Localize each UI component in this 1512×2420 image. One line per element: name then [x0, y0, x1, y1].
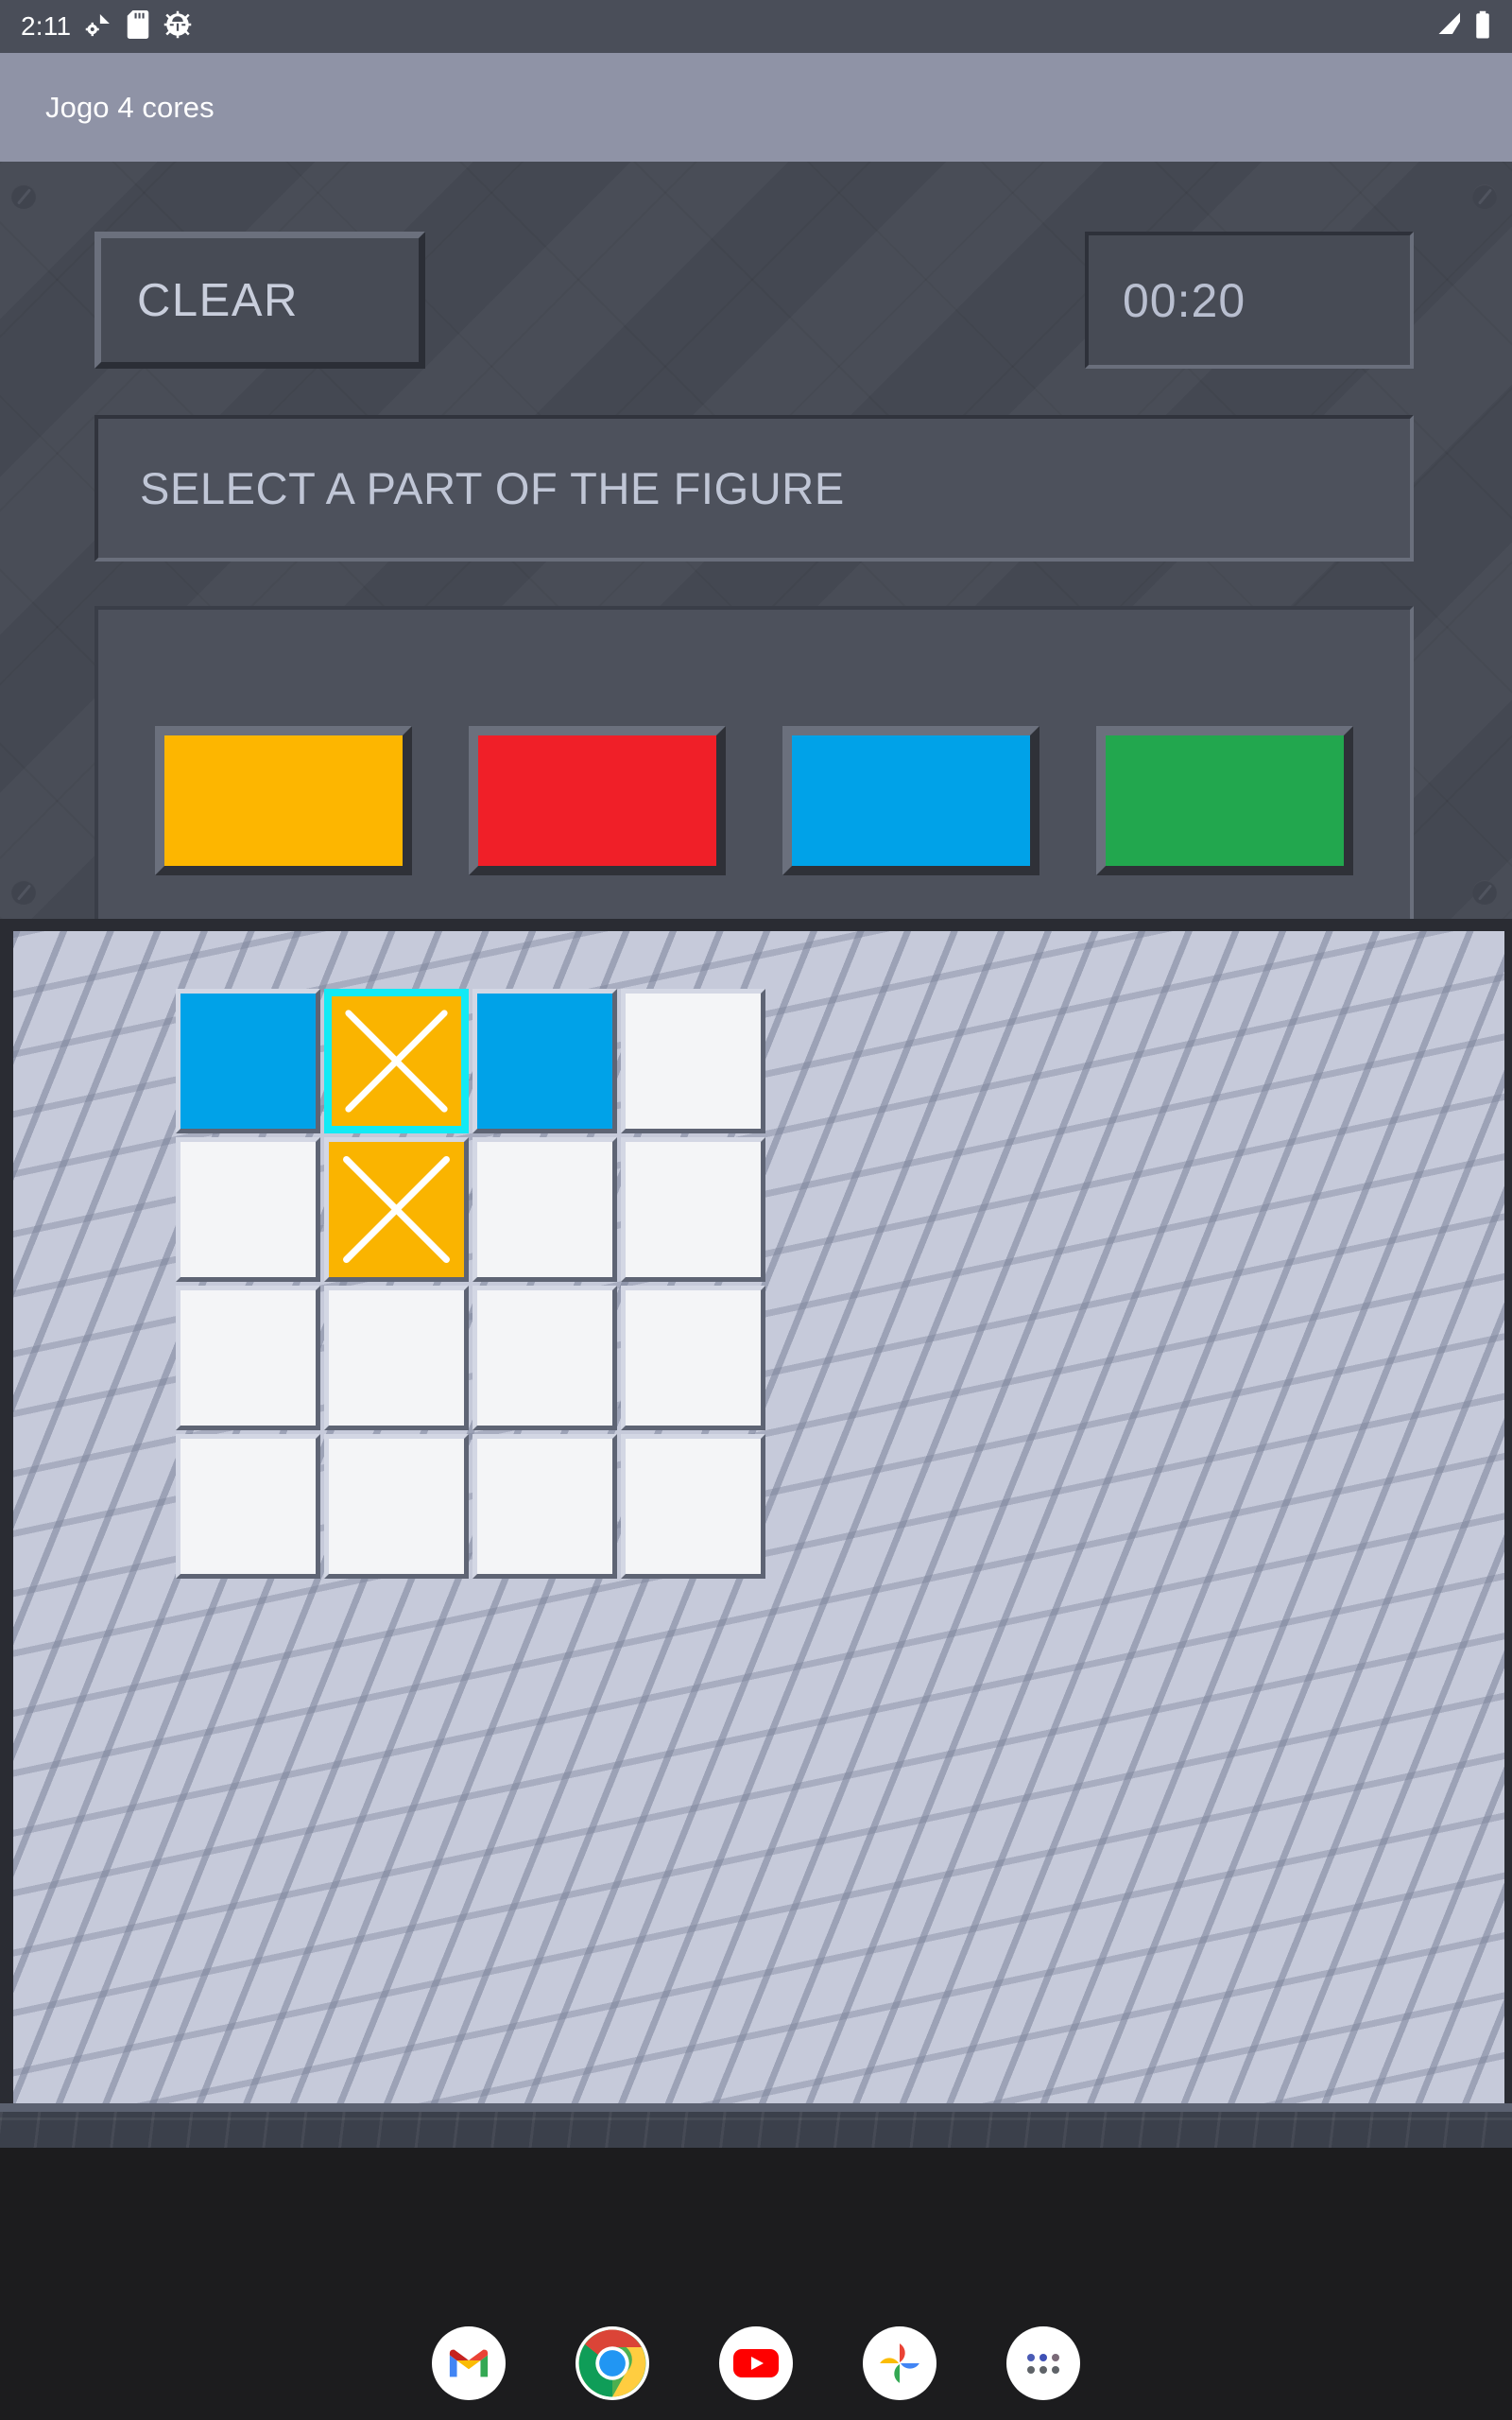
board-tile-fill — [332, 996, 461, 1126]
color-swatch-fill — [478, 735, 716, 866]
message-box: SELECT A PART OF THE FIGURE — [94, 415, 1414, 562]
control-panel: CLEAR 00:20 SELECT A PART OF THE FIGURE — [0, 162, 1512, 919]
screw-icon — [1472, 184, 1497, 209]
clear-button[interactable]: CLEAR — [94, 232, 425, 369]
page-title: Jogo 4 cores — [45, 90, 215, 124]
board-tile-r2-c2[interactable] — [472, 1286, 617, 1430]
timer-display: 00:20 — [1085, 232, 1414, 369]
color-swatch-yellow[interactable] — [155, 726, 412, 875]
message-text: SELECT A PART OF THE FIGURE — [140, 463, 845, 513]
color-palette-row — [127, 726, 1382, 875]
board-tile-r3-c0[interactable] — [176, 1434, 320, 1579]
board-tile-fill — [477, 1290, 612, 1426]
chrome-icon[interactable] — [576, 2326, 649, 2400]
board-tile-fill — [477, 1439, 612, 1574]
board-tile-r1-c1[interactable] — [324, 1137, 469, 1282]
board-tile-r2-c3[interactable] — [621, 1286, 765, 1430]
board-tile-fill — [626, 1142, 761, 1277]
timer-value: 00:20 — [1123, 273, 1246, 327]
screw-icon — [1472, 880, 1497, 905]
screw-icon — [11, 880, 36, 905]
board-tile-fill — [477, 1142, 612, 1277]
color-swatch-blue[interactable] — [782, 726, 1040, 875]
board-tile-fill — [626, 1439, 761, 1574]
board-tile-r2-c0[interactable] — [176, 1286, 320, 1430]
game-board-container — [0, 919, 1512, 2148]
board-tile-fill — [329, 1142, 464, 1277]
color-swatch-fill — [164, 735, 403, 866]
board-tile-r3-c2[interactable] — [472, 1434, 617, 1579]
board-tile-r0-c3[interactable] — [621, 989, 765, 1133]
board-tile-fill — [329, 1290, 464, 1426]
board-floor — [0, 2103, 1512, 2148]
board-tile-r0-c0[interactable] — [176, 989, 320, 1133]
board-tile-r0-c1[interactable] — [324, 989, 469, 1133]
board-tile-fill — [180, 994, 316, 1129]
app-drawer-icon[interactable] — [1006, 2326, 1080, 2400]
app-bar: Jogo 4 cores — [0, 53, 1512, 162]
board-tile-r3-c1[interactable] — [324, 1434, 469, 1579]
status-bar-right — [1436, 10, 1491, 43]
board-tile-r2-c1[interactable] — [324, 1286, 469, 1430]
sd-card-icon — [126, 9, 150, 43]
board-tile-r3-c3[interactable] — [621, 1434, 765, 1579]
screw-icon — [11, 184, 36, 209]
board-tile-fill — [180, 1290, 316, 1426]
board-tile-r1-c3[interactable] — [621, 1137, 765, 1282]
photos-icon[interactable] — [863, 2326, 936, 2400]
gmail-icon[interactable] — [432, 2326, 506, 2400]
color-palette — [94, 606, 1414, 919]
board-tile-r1-c0[interactable] — [176, 1137, 320, 1282]
clear-button-label: CLEAR — [137, 274, 299, 326]
bluetooth-wifi-icon — [84, 10, 112, 43]
status-bar-left: 2:11 — [21, 9, 192, 43]
board-tile-fill — [477, 994, 612, 1129]
color-swatch-red[interactable] — [469, 726, 726, 875]
tile-grid — [176, 989, 765, 1579]
board-tile-fill — [180, 1439, 316, 1574]
battery-icon — [1474, 10, 1491, 43]
signal-icon — [1436, 10, 1465, 43]
color-swatch-fill — [1106, 735, 1344, 866]
youtube-icon[interactable] — [719, 2326, 793, 2400]
board-tile-r0-c2[interactable] — [472, 989, 617, 1133]
dock — [0, 2307, 1512, 2420]
status-time: 2:11 — [21, 11, 72, 41]
board-tile-fill — [329, 1439, 464, 1574]
board-tile-fill — [626, 1290, 761, 1426]
color-swatch-green[interactable] — [1096, 726, 1353, 875]
game-board-surface — [13, 931, 1504, 2103]
status-bar: 2:11 — [0, 0, 1512, 53]
board-tile-r1-c2[interactable] — [472, 1137, 617, 1282]
board-tile-fill — [180, 1142, 316, 1277]
color-swatch-fill — [792, 735, 1030, 866]
board-tile-fill — [626, 994, 761, 1129]
android-debug-icon — [163, 10, 192, 43]
